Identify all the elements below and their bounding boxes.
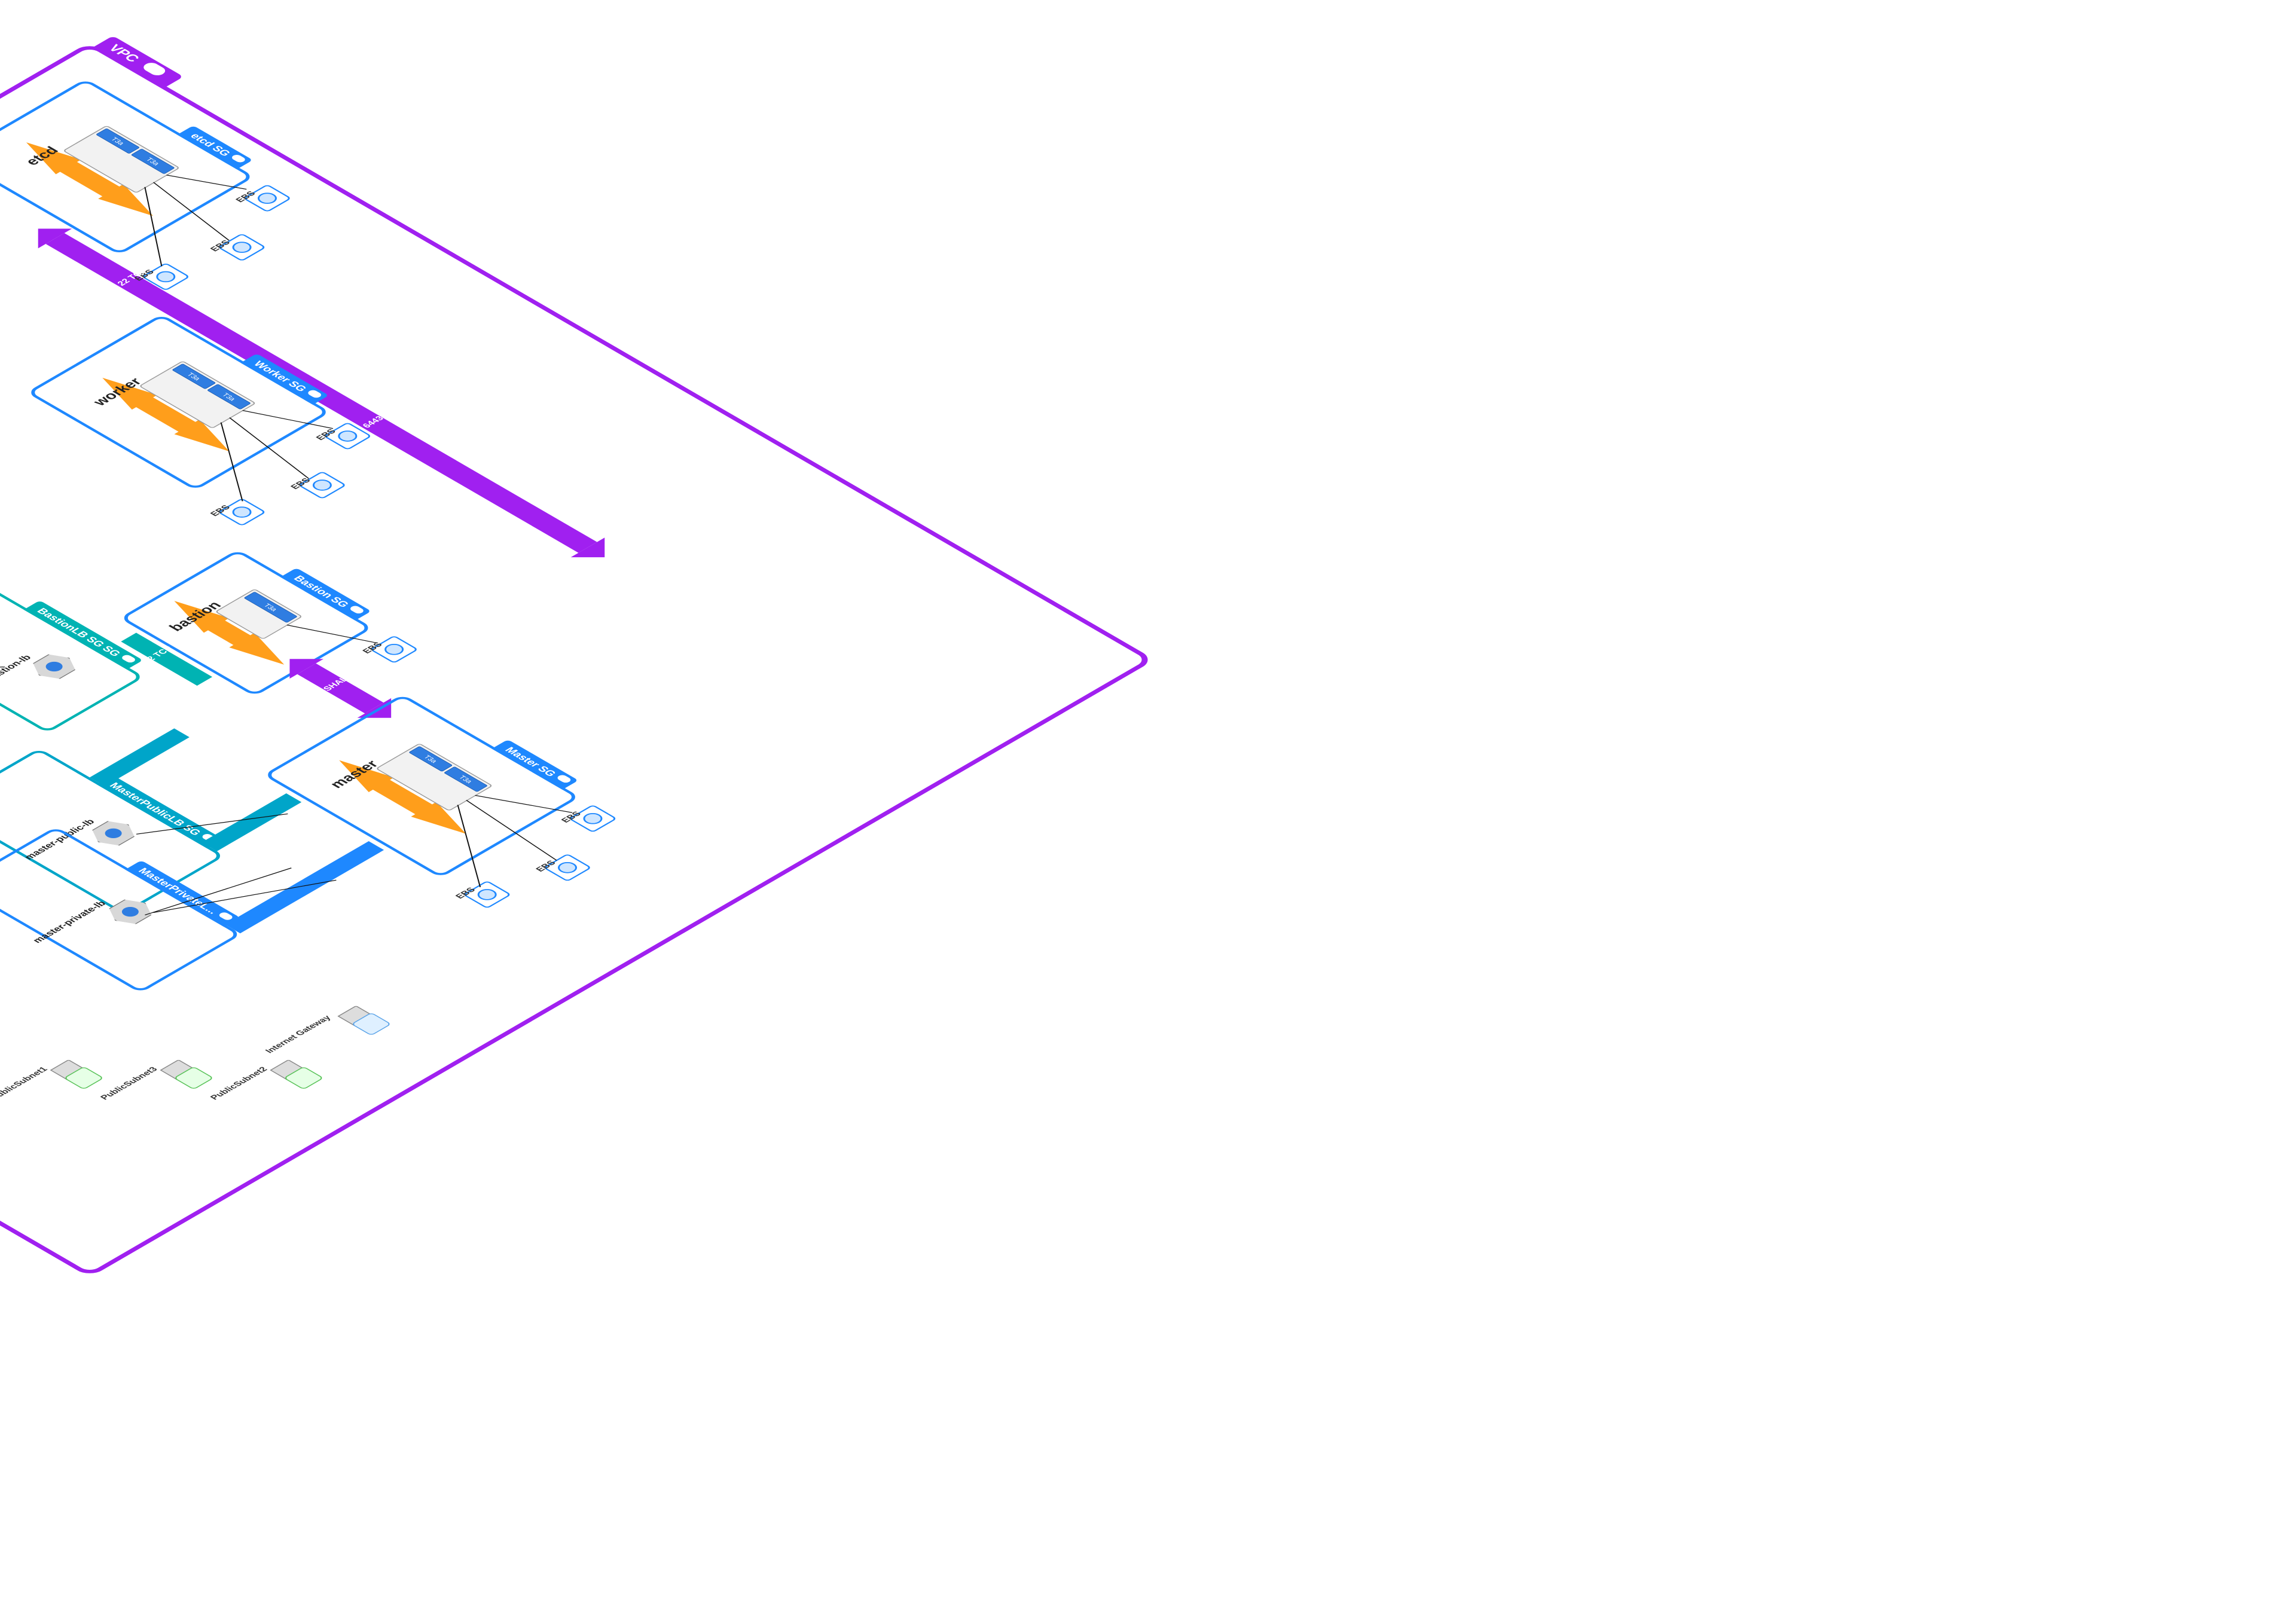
cloud-icon <box>120 654 137 664</box>
cloud-icon <box>218 911 234 921</box>
cloud-icon <box>555 774 572 784</box>
cloud-icon <box>230 154 247 163</box>
cloud-icon <box>349 605 365 615</box>
cloud-icon <box>306 389 323 399</box>
cloud-icon <box>141 61 169 77</box>
